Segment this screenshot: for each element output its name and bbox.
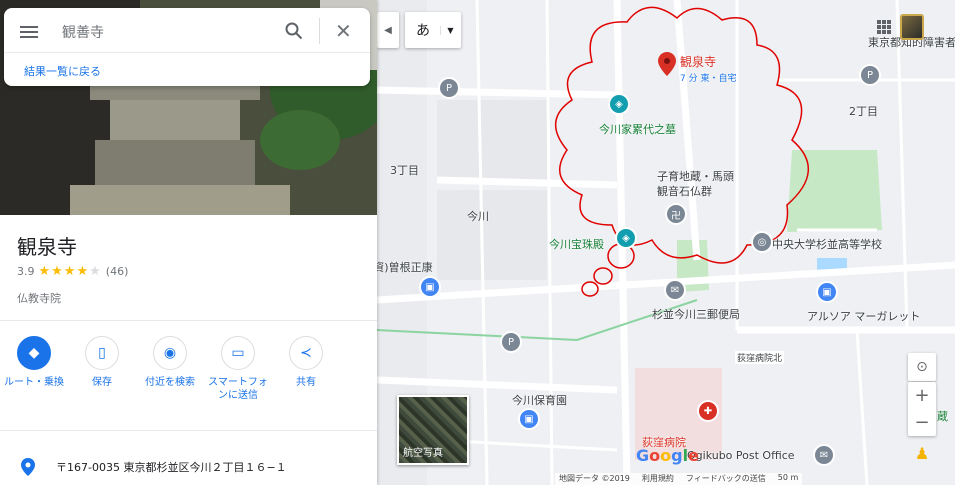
search-input[interactable] bbox=[62, 20, 262, 44]
back-to-results-link[interactable]: 結果一覧に戻る bbox=[24, 63, 101, 79]
address-text: 〒167-0035 東京都杉並区今川２丁目１６−１ bbox=[56, 460, 287, 474]
poi-label[interactable]: (資)曽根正康 bbox=[377, 259, 433, 275]
scale-label: 50 m bbox=[777, 473, 799, 482]
rating-row[interactable]: 3.9 ★★★★★ (46) bbox=[17, 264, 128, 279]
action-label: 付近を検索 bbox=[145, 377, 195, 388]
poi-label[interactable]: 今川家累代之墓 bbox=[599, 121, 676, 137]
divider bbox=[0, 430, 377, 431]
poi-label[interactable]: 観音石仏群 bbox=[657, 183, 712, 199]
search-icon[interactable] bbox=[285, 22, 303, 40]
poi-pin-icon[interactable]: ◈ bbox=[617, 229, 635, 247]
poi-label[interactable]: 今川保育園 bbox=[512, 392, 567, 408]
hospital-pin-icon[interactable]: ✚ bbox=[699, 402, 717, 420]
pegman-icon[interactable]: ♟ bbox=[912, 440, 932, 466]
place-marker-label: 観泉寺 bbox=[680, 55, 717, 69]
feedback-link[interactable]: フィードバックの送信 bbox=[686, 473, 766, 485]
parking-icon: P bbox=[440, 79, 458, 97]
my-location-button[interactable]: ⊙ bbox=[908, 353, 936, 381]
directions-button[interactable]: ◆ ルート・乗換 bbox=[0, 336, 68, 402]
share-button[interactable]: ≺ 共有 bbox=[272, 336, 340, 402]
poi-label[interactable]: 今川宝珠殿 bbox=[549, 236, 604, 252]
poi-label[interactable]: 子育地蔵・馬頭 bbox=[657, 168, 734, 184]
zoom-out-button[interactable]: − bbox=[908, 409, 936, 436]
search-separator bbox=[4, 52, 370, 53]
save-button[interactable]: ▯ 保存 bbox=[68, 336, 136, 402]
share-icon: ≺ bbox=[289, 336, 323, 370]
satellite-toggle[interactable]: 航空写真 bbox=[397, 395, 469, 465]
area-label: 3丁目 bbox=[390, 164, 419, 177]
bookmark-icon: ▯ bbox=[85, 336, 119, 370]
zoom-controls: + − bbox=[908, 382, 936, 436]
poi-pin-icon[interactable]: ◈ bbox=[610, 95, 628, 113]
action-bar: ◆ ルート・乗換 ▯ 保存 ◉ 付近を検索 ▭ スマートフォンに送信 ≺ 共有 bbox=[0, 336, 377, 402]
place-title: 観泉寺 bbox=[17, 235, 77, 259]
shop-pin-icon[interactable]: ▣ bbox=[818, 283, 836, 301]
place-category[interactable]: 仏教寺院 bbox=[17, 290, 61, 306]
nearby-icon: ◉ bbox=[153, 336, 187, 370]
map-canvas[interactable]: 観泉寺 7 分 東・自宅 ◈ 今川家累代之墓 卍 子育地蔵・馬頭 観音石仏群 ◈… bbox=[377, 0, 955, 485]
zoom-in-button[interactable]: + bbox=[908, 382, 936, 409]
place-marker-icon[interactable] bbox=[658, 52, 676, 76]
temple-pin-icon[interactable]: 卍 bbox=[667, 205, 685, 223]
station-label[interactable]: 荻窪病院北 bbox=[735, 351, 785, 364]
map-data-credit: 地図データ ©2019 bbox=[559, 474, 630, 483]
place-panel: ✕ 結果一覧に戻る 観泉寺 3.9 ★★★★★ (46) 仏教寺院 ◆ ルート・… bbox=[0, 0, 377, 485]
rating-value: 3.9 bbox=[17, 265, 35, 278]
nearby-button[interactable]: ◉ 付近を検索 bbox=[136, 336, 204, 402]
close-icon[interactable]: ✕ bbox=[335, 21, 352, 41]
send-to-phone-button[interactable]: ▭ スマートフォンに送信 bbox=[204, 336, 272, 402]
shop-pin-icon[interactable]: ▣ bbox=[520, 410, 538, 428]
parking-icon: P bbox=[502, 333, 520, 351]
input-mode-value: あ bbox=[416, 23, 430, 39]
directions-icon: ◆ bbox=[17, 336, 51, 370]
post-pin-icon[interactable]: ✉ bbox=[815, 446, 833, 464]
area-label: 今川 bbox=[467, 210, 489, 223]
address-row[interactable]: 〒167-0035 東京都杉並区今川２丁目１６−１ bbox=[0, 448, 377, 485]
poi-label[interactable]: アルソア マーガレット bbox=[807, 308, 920, 324]
action-label: スマートフォンに送信 bbox=[208, 377, 268, 401]
google-logo: Google bbox=[636, 446, 699, 465]
star-rating-icon: ★★★★★ bbox=[38, 264, 102, 279]
collapse-panel-button[interactable]: ◀ bbox=[377, 12, 399, 48]
poi-label[interactable]: 中央大学杉並高等学校 bbox=[772, 236, 882, 252]
post-pin-icon[interactable]: ✉ bbox=[666, 281, 684, 299]
search-box: ✕ 結果一覧に戻る bbox=[4, 8, 370, 86]
school-pin-icon[interactable]: ◎ bbox=[753, 233, 771, 251]
map-attribution: 地図データ ©2019 利用規約 フィードバックの送信 50 m bbox=[555, 473, 803, 485]
location-pin-icon bbox=[0, 457, 56, 476]
send-to-phone-icon: ▭ bbox=[221, 336, 255, 370]
action-label: 保存 bbox=[92, 377, 112, 388]
place-photo[interactable]: ✕ 結果一覧に戻る bbox=[0, 0, 377, 215]
input-mode-selector[interactable]: あ ▼ bbox=[405, 12, 461, 48]
area-label: 2丁目 bbox=[849, 105, 878, 118]
avatar[interactable] bbox=[900, 14, 924, 40]
action-label: ルート・乗換 bbox=[4, 377, 64, 388]
divider bbox=[0, 320, 377, 321]
action-label: 共有 bbox=[296, 377, 316, 388]
poi-label[interactable]: 蔵 bbox=[937, 408, 948, 424]
parking-icon: P bbox=[861, 66, 879, 84]
menu-icon[interactable] bbox=[20, 26, 38, 38]
chevron-down-icon: ▼ bbox=[440, 25, 460, 35]
terms-link[interactable]: 利用規約 bbox=[642, 473, 674, 485]
poi-label[interactable]: Ogikubo Post Office bbox=[687, 449, 795, 462]
poi-label[interactable]: 杉並今川三郵便局 bbox=[652, 306, 740, 322]
apps-icon[interactable] bbox=[877, 20, 891, 34]
shop-pin-icon[interactable]: ▣ bbox=[421, 278, 439, 296]
search-divider bbox=[319, 18, 320, 44]
satellite-label: 航空写真 bbox=[403, 448, 443, 459]
place-marker-sub: 7 分 東・自宅 bbox=[680, 74, 737, 84]
review-count[interactable]: (46) bbox=[106, 265, 129, 278]
